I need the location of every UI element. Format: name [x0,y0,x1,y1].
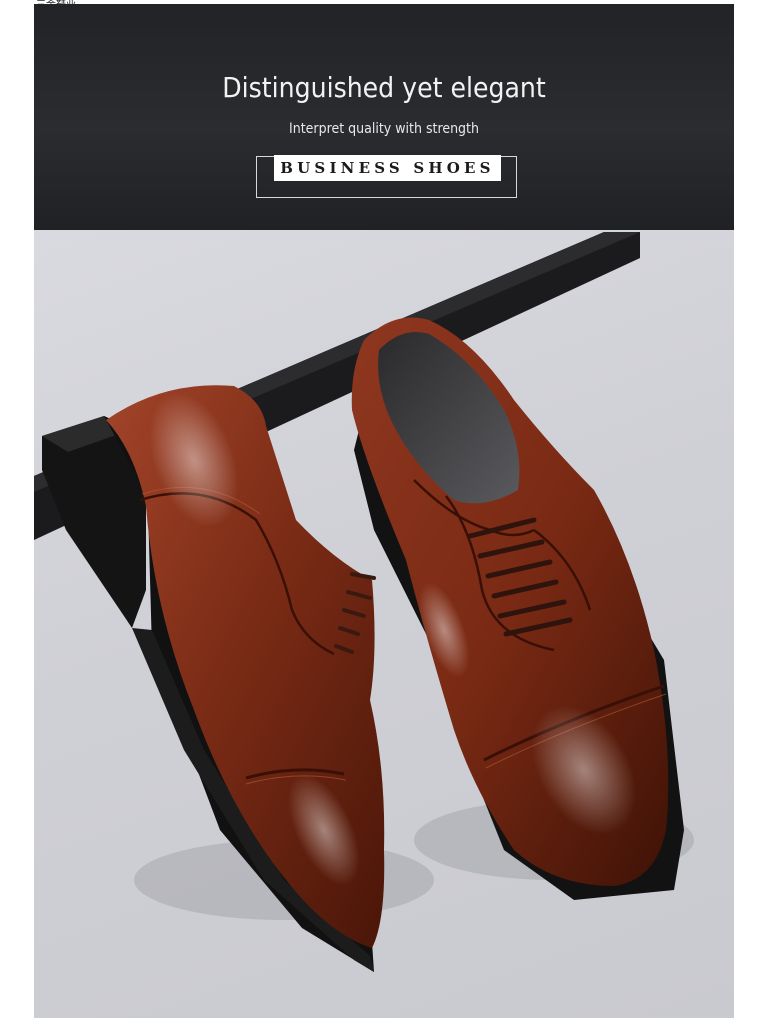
right-shoe [351,317,684,900]
header-banner: Distinguished yet elegant Interpret qual… [34,4,734,230]
shoes-illustration [34,232,694,972]
subheadline: Interpret quality with strength [289,121,479,137]
badge-frame: BUSINESS SHOES [256,155,517,198]
headline: Distinguished yet elegant [222,71,546,104]
product-photo [34,230,734,1018]
business-shoes-badge: BUSINESS SHOES [274,155,501,181]
